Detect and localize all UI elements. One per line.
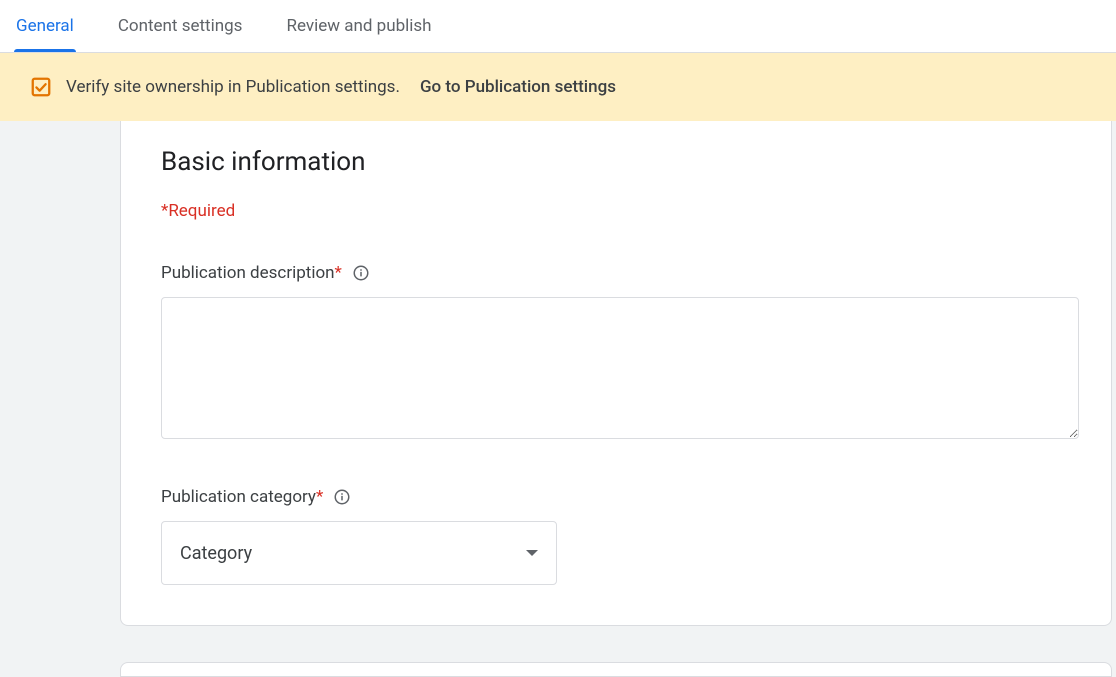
description-label-row: Publication description* <box>161 263 1071 283</box>
tab-review-publish[interactable]: Review and publish <box>284 0 433 52</box>
info-icon[interactable] <box>352 264 370 282</box>
tab-content-settings-label: Content settings <box>118 16 243 36</box>
basic-info-card: Basic information *Required Publication … <box>120 121 1112 626</box>
notification-text: Verify site ownership in Publication set… <box>66 77 400 97</box>
required-indicator: *Required <box>161 201 1071 221</box>
category-label-row: Publication category* <box>161 487 1071 507</box>
tab-general-label: General <box>16 16 74 36</box>
category-label: Publication category* <box>161 487 323 507</box>
tab-general[interactable]: General <box>14 0 76 52</box>
next-card-peek <box>120 662 1112 677</box>
description-label: Publication description* <box>161 263 342 283</box>
category-select[interactable]: Category <box>161 521 557 585</box>
tabs-bar: General Content settings Review and publ… <box>0 0 1116 53</box>
notification-bar: Verify site ownership in Publication set… <box>0 53 1116 121</box>
description-input[interactable] <box>161 297 1079 439</box>
required-asterisk: * <box>316 487 323 507</box>
content-area: Basic information *Required Publication … <box>0 121 1116 677</box>
tab-content-settings[interactable]: Content settings <box>116 0 245 52</box>
section-title: Basic information <box>161 147 1071 177</box>
required-asterisk: * <box>335 263 342 283</box>
tab-review-publish-label: Review and publish <box>286 16 431 36</box>
notification-link[interactable]: Go to Publication settings <box>420 77 616 97</box>
verify-checkbox-icon <box>30 76 52 98</box>
chevron-down-icon <box>526 550 538 556</box>
category-select-label: Category <box>180 543 252 564</box>
info-icon[interactable] <box>333 488 351 506</box>
